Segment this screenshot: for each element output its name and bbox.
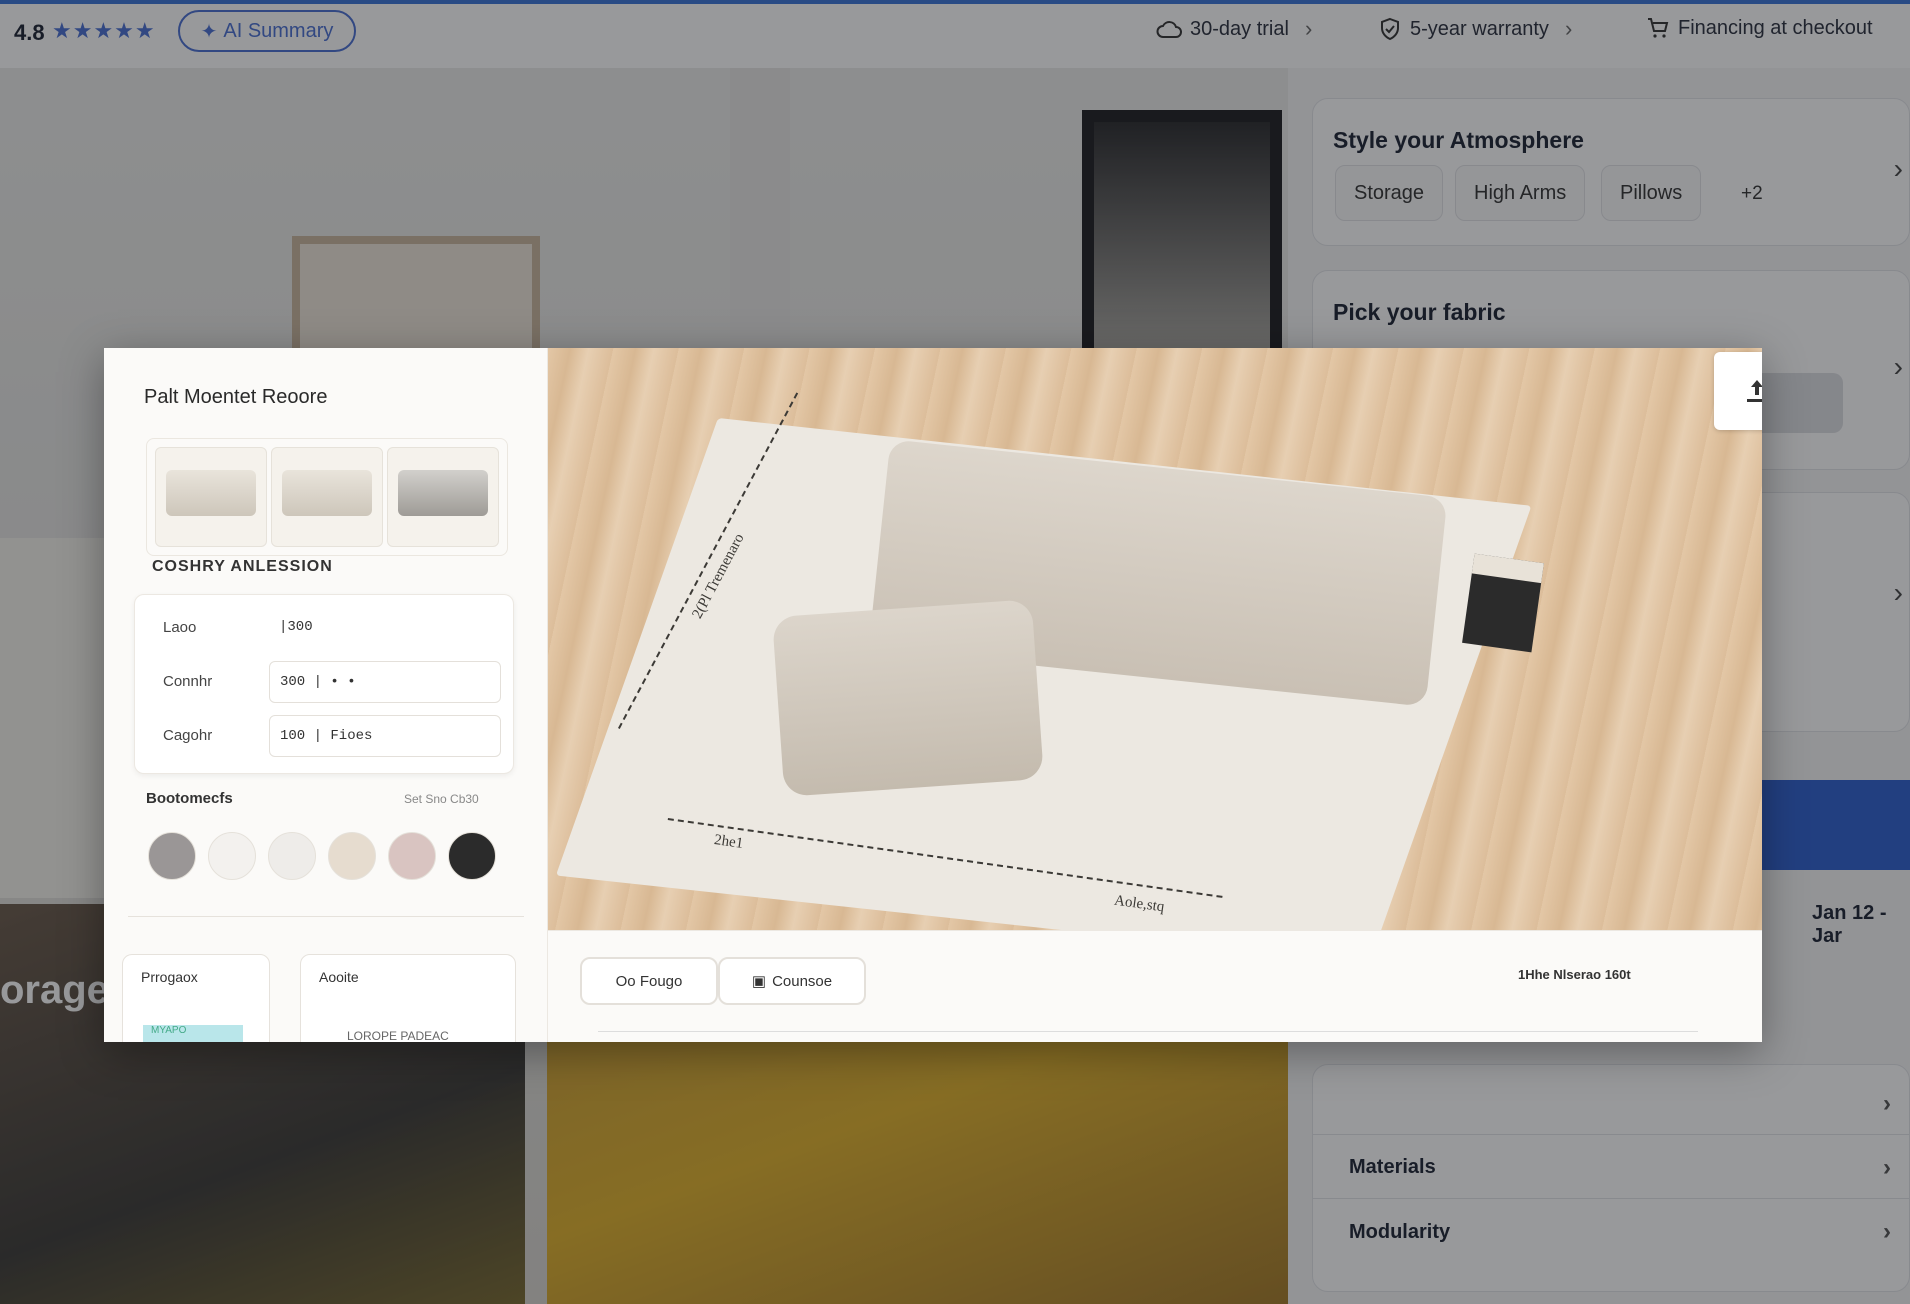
dimensions-section-title: COSHRY ANLESSION — [152, 558, 333, 575]
option-card-sub: LOROPE PADEAC — [347, 1029, 449, 1042]
modal-title: Palt Moentet Reoore — [144, 386, 328, 408]
dimension-label: Cagohr — [163, 727, 213, 744]
dimension-input[interactable]: 100 | Fioes — [269, 715, 501, 757]
color-swatch[interactable] — [208, 832, 256, 880]
dimension-input[interactable]: |300 — [269, 607, 501, 649]
layout-thumb-3[interactable] — [387, 447, 499, 547]
color-swatch[interactable] — [268, 832, 316, 880]
sofa-chaise[interactable] — [772, 599, 1044, 797]
footer-button-primary[interactable]: Oo Fougo — [580, 957, 718, 1005]
footer-status: 1Hhe Nlserao 160t — [1518, 967, 1631, 982]
upload-photo-button[interactable] — [1714, 352, 1762, 430]
dimension-row: Laoo |300 — [135, 605, 515, 649]
sofa-thumbnail — [166, 470, 256, 516]
dimension-input[interactable]: 300 | • • — [269, 661, 501, 703]
modal-footer: Oo Fougo ▣ Counsoe 1Hhe Nlserao 160t — [548, 930, 1762, 1042]
colors-title: Bootomecfs — [146, 790, 233, 807]
dimension-label: Laoo — [163, 619, 197, 636]
footer-button-label: Oo Fougo — [615, 972, 683, 990]
color-swatches — [148, 832, 496, 880]
layout-thumbnails — [146, 438, 508, 556]
dimension-row: Cagohr 100 | Fioes — [135, 713, 515, 757]
option-card-label: Aooite — [319, 969, 359, 985]
dimension-row: Connhr 300 | • • — [135, 659, 515, 703]
layout-thumb-1[interactable] — [155, 447, 267, 547]
option-card-1[interactable]: Prrogaox MYAPO — [122, 954, 270, 1042]
camera-icon: ▣ — [751, 973, 767, 990]
configurator-panel: Palt Moentet Reoore COSHRY ANLESSION Lao… — [104, 348, 548, 1042]
upload-icon — [1747, 380, 1762, 402]
color-swatch[interactable] — [448, 832, 496, 880]
sofa-thumbnail — [398, 470, 488, 516]
footer-divider — [598, 1031, 1698, 1032]
room-preview[interactable]: 2(Pl Tremenaro Aole,stq 2he1 — [548, 348, 1762, 930]
option-card-2[interactable]: Aooite LOROPE PADEAC — [300, 954, 516, 1042]
side-table — [1462, 553, 1544, 653]
footer-button-secondary[interactable]: ▣ Counsoe — [718, 957, 866, 1005]
color-swatch[interactable] — [388, 832, 436, 880]
dimensions-form: Laoo |300 Connhr 300 | • • Cagohr 100 | … — [134, 594, 514, 774]
layout-thumb-2[interactable] — [271, 447, 383, 547]
footer-button-label: Counsoe — [772, 972, 833, 990]
colors-link[interactable]: Set Sno Cb30 — [404, 792, 479, 806]
color-swatch[interactable] — [148, 832, 196, 880]
divider — [128, 916, 524, 917]
dimension-label: Connhr — [163, 673, 213, 690]
option-card-label: Prrogaox — [141, 969, 198, 985]
option-card-tag: MYAPO — [143, 1025, 243, 1042]
color-swatch[interactable] — [328, 832, 376, 880]
room-planner-modal: Palt Moentet Reoore COSHRY ANLESSION Lao… — [104, 348, 1762, 1042]
sofa-thumbnail — [282, 470, 372, 516]
